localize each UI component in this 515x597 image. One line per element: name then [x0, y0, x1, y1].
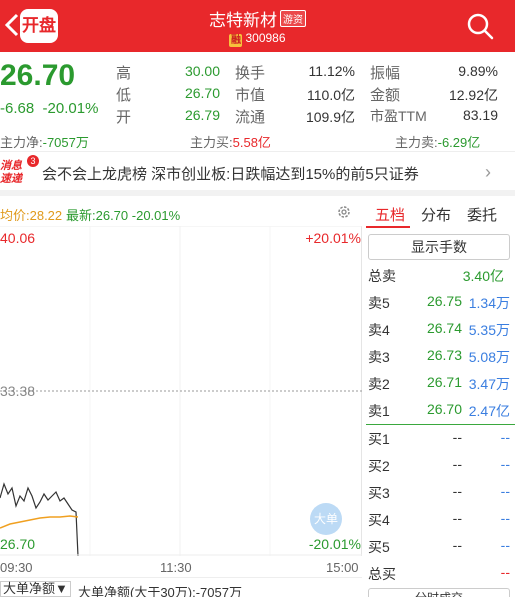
main-net: 主力净:-7057万 [0, 135, 89, 150]
stock-title: 志特新材 游资 [0, 6, 515, 31]
avg-price: 均价:28.22 [0, 208, 63, 223]
main-force-row: 主力净:-7057万 主力买:5.58亿 主力卖:-6.29亿 [0, 128, 515, 152]
stock-code-row: 融 300986 [0, 31, 515, 47]
tab-distribution[interactable]: 分布 [418, 204, 454, 225]
latest-price: 最新:26.70 -20.01% [66, 208, 181, 223]
sell-row-5[interactable]: 卖5 26.75 1.34万 [366, 289, 515, 315]
tab-five-levels[interactable]: 五档 [372, 204, 408, 225]
margin-badge: 融 [229, 34, 243, 47]
search-icon[interactable] [466, 12, 494, 40]
tab-orders[interactable]: 委托 [464, 204, 500, 225]
time-start: 09:30 [0, 560, 33, 575]
sell-row-3[interactable]: 卖3 26.73 5.08万 [366, 343, 515, 369]
label-pe-ttm: 市盈TTM [370, 108, 427, 124]
stock-name: 志特新材 [209, 11, 277, 30]
label-open: 开 [116, 109, 132, 126]
value-high: 30.00 [184, 63, 220, 79]
time-end: 15:00 [326, 560, 359, 575]
total-buy-row: 总买 -- [368, 564, 510, 582]
news-text: 会不会上龙虎榜 深市创业板:日跌幅达到15%的前5只证券 [42, 166, 419, 183]
time-mid: 11:30 [160, 560, 192, 575]
avg-line [0, 515, 79, 529]
total-sell-row: 总卖 3.40亿 [368, 268, 504, 284]
chart-mid-price: 33.38 [0, 383, 36, 399]
chart-bottom-price: 26.70 [0, 536, 36, 552]
chevron-right-icon[interactable]: › [485, 162, 491, 183]
value-market-cap: 110.0亿 [307, 87, 355, 103]
intraday-chart[interactable]: 40.06 +20.01% 33.38 26.70 -20.01% 大单 [0, 225, 362, 557]
value-open: 26.79 [184, 107, 220, 123]
chart-top-price: 40.06 [0, 230, 36, 246]
main-sell: 主力卖:-6.29亿 [395, 135, 481, 150]
buy-row-3[interactable]: 买3 -- -- [366, 479, 515, 505]
value-amplitude: 9.89% [458, 63, 498, 79]
stock-code: 300986 [245, 31, 286, 45]
indicator-bar: 大单净额▼ 大单净额(大于30万):-7057万 [0, 577, 362, 597]
time-axis: 09:30 11:30 15:00 [0, 557, 362, 577]
buy-row-4[interactable]: 买4 -- -- [366, 506, 515, 532]
value-amount: 12.92亿 [448, 87, 498, 103]
big-order-badge[interactable]: 大单 [310, 503, 342, 535]
buy-row-5[interactable]: 买5 -- -- [366, 533, 515, 559]
label-turnover: 换手 [235, 65, 266, 82]
value-float-cap: 109.9亿 [305, 109, 355, 125]
change-amount: -6.68 [0, 100, 35, 117]
chart-bottom-pct: -20.01% [308, 536, 361, 552]
price-change: -6.68 -20.01% [0, 100, 98, 117]
sell-row-1[interactable]: 卖1 26.70 2.47亿 [366, 397, 515, 423]
label-market-cap: 市值 [235, 87, 266, 104]
news-banner[interactable]: 消息 速递 3 会不会上龙虎榜 深市创业板:日跌幅达到15%的前5只证券 › [0, 152, 515, 196]
tab-indicator [366, 226, 410, 228]
indicator-value: 大单净额(大于30万):-7057万 [78, 585, 242, 597]
tick-trades-button[interactable]: 分时成交 [368, 588, 510, 597]
label-amplitude: 振幅 [370, 65, 401, 82]
quote-panel: 26.70 -6.68 -20.01% 高 30.00 低 26.70 开 26… [0, 52, 515, 128]
app-header: 开盘 志特新材 游资 融 300986 [0, 0, 515, 52]
label-low: 低 [116, 87, 132, 104]
value-pe-ttm: 83.19 [462, 107, 498, 123]
stock-tag[interactable]: 游资 [280, 10, 306, 27]
gear-icon[interactable] [336, 204, 352, 220]
chart-header: 均价:28.22 最新:26.70 -20.01% [0, 202, 362, 224]
value-turnover: 11.12% [308, 63, 355, 79]
sell-row-4[interactable]: 卖4 26.74 5.35万 [366, 316, 515, 342]
show-lots-button[interactable]: 显示手数 [368, 234, 510, 260]
change-percent: -20.01% [42, 100, 99, 117]
news-badge: 3 [27, 155, 39, 167]
orderbook-tabs: 五档 分布 委托 [362, 200, 515, 228]
chart-svg [0, 225, 362, 557]
value-low: 26.70 [184, 85, 220, 101]
label-high: 高 [116, 65, 132, 82]
current-price: 26.70 [0, 59, 76, 92]
buy-row-2[interactable]: 买2 -- -- [366, 452, 515, 478]
label-amount: 金额 [370, 87, 401, 104]
indicator-dropdown[interactable]: 大单净额▼ [0, 581, 71, 597]
chart-top-pct: +20.01% [305, 230, 361, 246]
main-buy: 主力买:5.58亿 [190, 135, 271, 150]
label-float-cap: 流通 [235, 109, 266, 126]
sell-row-2[interactable]: 卖2 26.71 3.47万 [366, 370, 515, 396]
buy-row-1[interactable]: 买1 -- -- [366, 425, 515, 451]
